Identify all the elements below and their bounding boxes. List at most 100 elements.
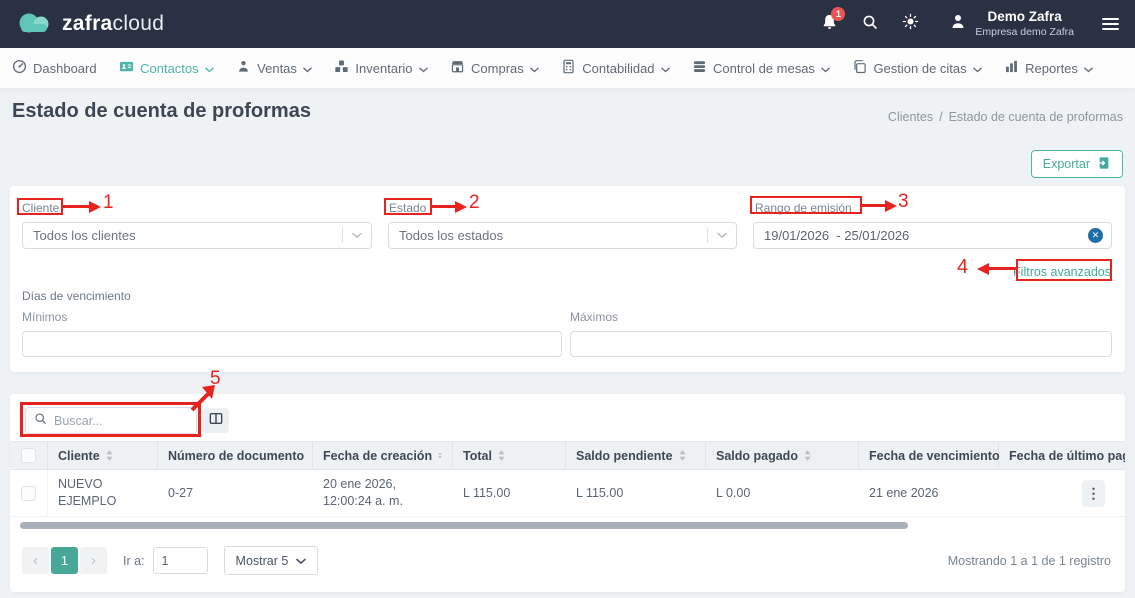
cell-numero-documento: 0-27	[168, 485, 194, 500]
maximos-input[interactable]	[570, 331, 1112, 357]
nav-item-reportes[interactable]: Reportes	[1004, 59, 1093, 77]
cell-saldo-pagado: L 0.00	[716, 485, 751, 500]
brand-logo[interactable]: zafracloud	[16, 9, 164, 40]
nav-item-gestion-de-citas[interactable]: Gestion de citas	[852, 59, 982, 77]
theme-toggle-button[interactable]	[902, 13, 919, 35]
table-search-field	[25, 407, 197, 434]
select-all-checkbox[interactable]	[21, 448, 36, 463]
chevron-down-icon	[821, 61, 830, 76]
chevron-left-icon: ‹	[33, 552, 38, 569]
column-header-fecha-ultimo-pago[interactable]: Fecha de último pago	[999, 442, 1125, 469]
search-button[interactable]	[862, 14, 878, 35]
column-header-total[interactable]: Total	[453, 442, 566, 469]
cell-cliente: NUEVO EJEMPLO	[58, 477, 117, 508]
pagination: ‹ 1 › Ir a: Mostrar 5	[22, 546, 319, 575]
column-header-saldo-pagado[interactable]: Saldo pagado	[706, 442, 859, 469]
chevron-down-icon	[660, 61, 670, 76]
filters-panel: Cliente Estado Rango de emisión Todos lo…	[10, 186, 1125, 372]
nav-item-ventas[interactable]: Ventas	[236, 59, 312, 77]
purchases-icon	[450, 59, 465, 77]
sort-icon	[804, 450, 811, 461]
date-range-field: ✕	[753, 222, 1112, 249]
cell-fecha-creacion: 20 ene 2026, 12:00:24 a. m.	[323, 477, 403, 508]
table-search-input[interactable]	[54, 413, 188, 428]
chevron-down-icon	[352, 232, 362, 239]
reports-icon	[1004, 59, 1019, 77]
sales-icon	[236, 59, 251, 77]
hamburger-menu-icon[interactable]	[1102, 18, 1119, 30]
dias-vencimiento-label: Días de vencimiento	[22, 289, 131, 303]
chevron-down-icon	[296, 554, 307, 568]
user-menu[interactable]: Demo Zafra Empresa demo Zafra	[949, 9, 1074, 39]
select-all-cell	[10, 442, 48, 469]
cell-total: L 115.00	[463, 485, 511, 500]
column-header-fecha-vencimiento[interactable]: Fecha de vencimiento	[859, 442, 1000, 469]
cell-fecha-vencimiento: 21 ene 2026	[869, 485, 939, 500]
horizontal-scrollbar[interactable]	[20, 522, 908, 529]
row-actions-button[interactable]: ⋮	[1082, 480, 1105, 507]
column-header-fecha-creacion[interactable]: Fecha de creación	[313, 442, 453, 469]
next-page-button[interactable]: ›	[80, 547, 107, 574]
date-range-input[interactable]	[764, 228, 1088, 243]
nav-item-dashboard[interactable]: Dashboard	[12, 59, 97, 77]
goto-page-input[interactable]	[152, 547, 208, 574]
advanced-filters-link[interactable]: Filtros avanzados	[1013, 265, 1111, 279]
tables-icon	[692, 59, 707, 77]
minimos-label: Mínimos	[22, 310, 68, 324]
column-toggle-button[interactable]	[202, 408, 229, 433]
export-button[interactable]: Exportar	[1030, 150, 1123, 178]
breadcrumb-separator: /	[939, 110, 943, 124]
user-company: Empresa demo Zafra	[975, 25, 1074, 38]
page-size-select[interactable]: Mostrar 5	[223, 546, 319, 575]
cell-fecha-ultimo-pago	[999, 470, 1125, 516]
results-summary: Mostrando 1 a 1 de 1 registro	[947, 554, 1111, 568]
brand-name: zafracloud	[62, 12, 165, 35]
chevron-down-icon	[717, 232, 727, 239]
user-avatar-icon	[949, 13, 967, 36]
nav-item-control-de-mesas[interactable]: Control de mesas	[692, 59, 830, 77]
chevron-down-icon	[1084, 61, 1093, 76]
breadcrumb-parent[interactable]: Clientes	[888, 110, 933, 124]
table-row[interactable]: NUEVO EJEMPLO 0-27 20 ene 2026, 12:00:24…	[10, 470, 1125, 517]
breadcrumb-current: Estado de cuenta de proformas	[948, 110, 1123, 124]
column-header-saldo-pendiente[interactable]: Saldo pendiente	[566, 442, 706, 469]
cliente-select[interactable]: Todos los clientes	[22, 222, 372, 249]
notification-badge: 1	[831, 6, 846, 21]
chevron-down-icon	[303, 61, 312, 76]
sort-icon	[498, 450, 505, 461]
nav-item-contactos[interactable]: Contactos	[119, 59, 214, 77]
page-number-button[interactable]: 1	[51, 547, 78, 574]
file-export-icon	[1097, 156, 1111, 173]
search-icon	[862, 14, 878, 35]
columns-icon	[209, 412, 223, 430]
estado-select[interactable]: Todos los estados	[388, 222, 737, 249]
main-navigation: Dashboard Contactos Ventas Inventario Co…	[0, 48, 1135, 89]
dashboard-icon	[12, 59, 27, 77]
appointments-icon	[852, 59, 867, 77]
column-header-numero-documento[interactable]: Número de documento	[158, 442, 313, 469]
prev-page-button[interactable]: ‹	[22, 547, 49, 574]
rango-emision-filter-label: Rango de emisión	[755, 201, 852, 215]
column-header-cliente[interactable]: Cliente	[48, 442, 158, 469]
user-name: Demo Zafra	[987, 9, 1062, 24]
sort-icon	[438, 452, 442, 459]
chevron-down-icon	[972, 61, 982, 76]
clear-date-icon[interactable]: ✕	[1088, 228, 1103, 243]
cell-saldo-pendiente: L 115.00	[576, 485, 624, 500]
topbar: zafracloud 1 Demo Zafra Empresa demo Zaf…	[0, 0, 1135, 48]
nav-item-contabilidad[interactable]: Contabilidad	[561, 59, 670, 77]
contacts-icon	[119, 59, 134, 77]
cloud-logo-icon	[16, 9, 54, 40]
row-checkbox[interactable]	[21, 485, 36, 501]
notifications-button[interactable]: 1	[821, 6, 846, 36]
maximos-label: Máximos	[570, 310, 619, 324]
nav-item-inventario[interactable]: Inventario	[334, 59, 428, 77]
sort-icon	[106, 450, 113, 461]
sort-icon	[679, 450, 686, 461]
inventory-icon	[334, 59, 349, 77]
chevron-down-icon	[204, 61, 214, 76]
nav-item-compras[interactable]: Compras	[450, 59, 539, 77]
accounting-icon	[561, 59, 576, 77]
minimos-input[interactable]	[22, 331, 562, 357]
breadcrumb: Clientes / Estado de cuenta de proformas	[888, 110, 1123, 124]
